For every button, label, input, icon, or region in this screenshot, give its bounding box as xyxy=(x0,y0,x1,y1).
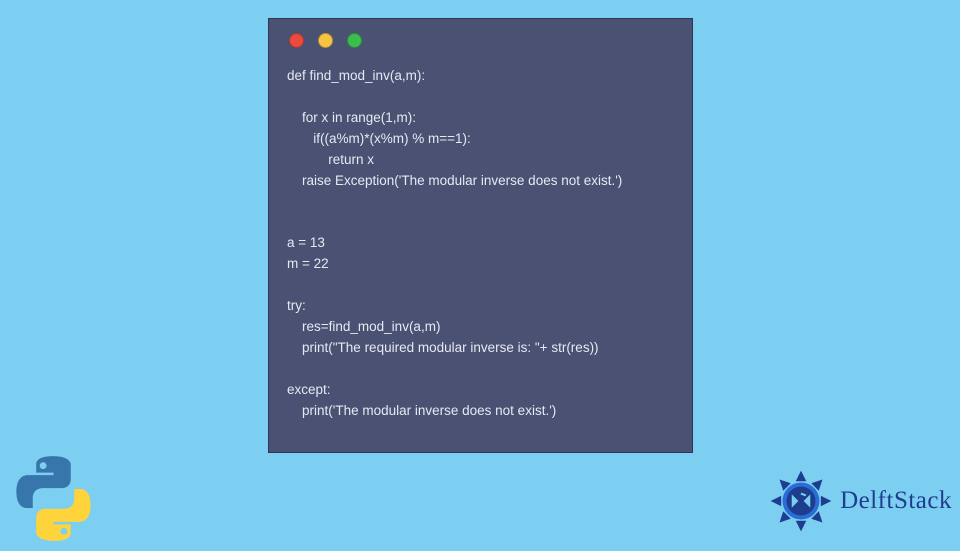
python-logo-icon xyxy=(6,451,101,546)
maximize-icon xyxy=(347,33,362,48)
close-icon xyxy=(289,33,304,48)
code-window: def find_mod_inv(a,m): for x in range(1,… xyxy=(268,18,693,453)
brand-badge: DelftStack xyxy=(768,468,952,534)
code-content: def find_mod_inv(a,m): for x in range(1,… xyxy=(287,66,674,422)
delftstack-logo-icon xyxy=(768,468,834,534)
minimize-icon xyxy=(318,33,333,48)
window-controls xyxy=(289,33,674,48)
brand-name: DelftStack xyxy=(840,487,952,515)
